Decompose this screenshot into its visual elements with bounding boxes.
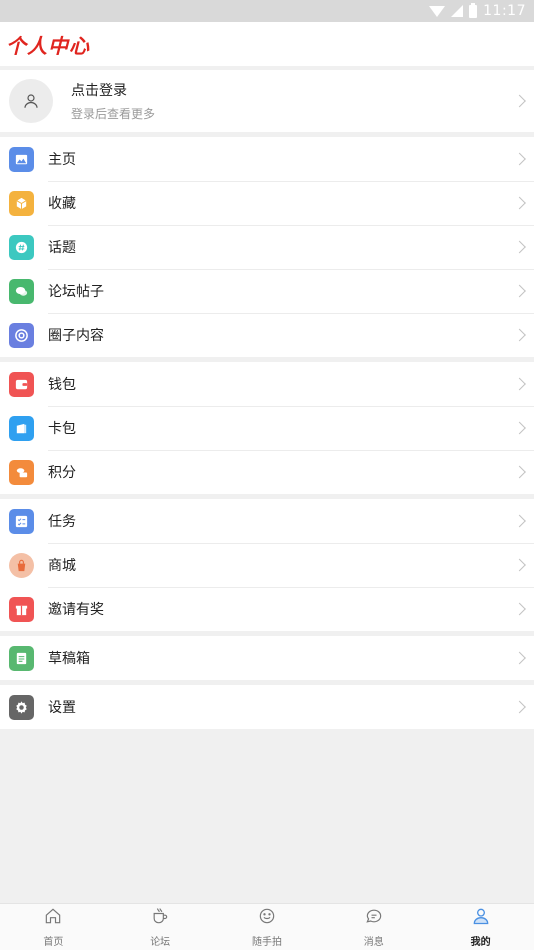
tab-item[interactable]: 论坛 xyxy=(107,904,214,950)
menu-item[interactable]: 积分 xyxy=(0,450,534,494)
menu-item-label: 积分 xyxy=(48,465,76,481)
menu-item-label: 论坛帖子 xyxy=(48,284,104,300)
chevron-right-icon xyxy=(513,152,526,166)
menu-group: 任务 商城 邀请有奖 xyxy=(0,499,534,631)
gear-icon xyxy=(9,694,34,720)
bottom-tab-bar: 首页 论坛 随手拍 消息 我的 xyxy=(0,903,534,950)
tab-label: 首页 xyxy=(43,937,64,948)
signal-icon xyxy=(451,5,464,17)
menu-item-label: 圈子内容 xyxy=(48,328,104,344)
camera-smile-icon xyxy=(257,906,277,930)
box-icon xyxy=(9,190,34,216)
menu-item-label: 钱包 xyxy=(48,377,76,393)
coins-icon xyxy=(9,459,34,485)
card-icon xyxy=(9,415,34,441)
tab-label: 论坛 xyxy=(150,937,171,948)
menu-item[interactable]: 卡包 xyxy=(0,406,534,450)
user-placeholder-icon xyxy=(24,94,38,108)
menu-item[interactable]: 主页 xyxy=(0,137,534,181)
menu-item-label: 邀请有奖 xyxy=(48,602,104,618)
menu-item-label: 任务 xyxy=(48,514,76,530)
menu-item[interactable]: 收藏 xyxy=(0,181,534,225)
chevron-right-icon xyxy=(513,196,526,210)
hashtag-icon xyxy=(9,234,34,260)
chevron-right-icon xyxy=(513,700,526,714)
shopping-bag-icon xyxy=(9,552,34,578)
menu-item[interactable]: 话题 xyxy=(0,225,534,269)
chevron-right-icon xyxy=(513,421,526,435)
wifi-icon xyxy=(429,5,446,17)
chevron-right-icon xyxy=(513,651,526,665)
chevron-right-icon xyxy=(513,377,526,391)
chevron-right-icon xyxy=(513,465,526,479)
chevron-right-icon xyxy=(513,328,526,342)
avatar xyxy=(9,79,53,123)
chevron-right-icon xyxy=(513,602,526,616)
login-row[interactable]: 点击登录 登录后查看更多 xyxy=(0,70,534,132)
battery-icon xyxy=(469,2,478,18)
menu-item-label: 收藏 xyxy=(48,196,76,212)
menu-item[interactable]: 草稿箱 xyxy=(0,636,534,680)
tab-item[interactable]: 首页 xyxy=(0,904,107,950)
coffee-cup-icon xyxy=(150,906,170,930)
menu-item-label: 话题 xyxy=(48,240,76,256)
tab-item[interactable]: 我的 xyxy=(427,904,534,950)
chevron-right-icon xyxy=(513,240,526,254)
login-title: 点击登录 xyxy=(71,83,127,99)
chevron-right-icon xyxy=(513,94,526,108)
menu-item[interactable]: 邀请有奖 xyxy=(0,587,534,631)
task-list-icon xyxy=(9,508,34,534)
menu-group: 钱包 卡包 积分 xyxy=(0,362,534,494)
page-header: 个人中心 xyxy=(0,22,534,66)
menu-item[interactable]: 商城 xyxy=(0,543,534,587)
gift-icon xyxy=(9,596,34,622)
menu-list: 主页收藏话题论坛帖子圈子内容钱包卡包积分任务商城邀请有奖草稿箱设置 xyxy=(0,137,534,729)
menu-group: 设置 xyxy=(0,685,534,729)
status-bar: 11:17 xyxy=(0,0,534,22)
page-title: 个人中心 xyxy=(6,33,90,58)
chevron-right-icon xyxy=(513,558,526,572)
menu-item[interactable]: 设置 xyxy=(0,685,534,729)
draft-icon xyxy=(9,645,34,671)
menu-group: 主页收藏话题论坛帖子圈子内容 xyxy=(0,137,534,357)
user-icon xyxy=(471,906,491,930)
home-image-icon xyxy=(9,146,34,172)
menu-item-label: 卡包 xyxy=(48,421,76,437)
menu-item[interactable]: 任务 xyxy=(0,499,534,543)
tab-label: 消息 xyxy=(363,937,384,948)
chevron-right-icon xyxy=(513,514,526,528)
chevron-right-icon xyxy=(513,284,526,298)
menu-item[interactable]: 钱包 xyxy=(0,362,534,406)
menu-group: 草稿箱 xyxy=(0,636,534,680)
tab-item[interactable]: 消息 xyxy=(320,904,427,950)
status-time: 11:17 xyxy=(483,3,526,19)
menu-item-label: 主页 xyxy=(48,152,76,168)
wallet-icon xyxy=(9,371,34,397)
message-icon xyxy=(364,906,384,930)
tab-label: 我的 xyxy=(470,937,491,948)
menu-item-label: 商城 xyxy=(48,558,76,574)
tab-item[interactable]: 随手拍 xyxy=(214,904,321,950)
menu-item[interactable]: 圈子内容 xyxy=(0,313,534,357)
tab-label: 随手拍 xyxy=(251,937,282,948)
menu-item[interactable]: 论坛帖子 xyxy=(0,269,534,313)
menu-item-label: 设置 xyxy=(48,700,76,716)
circle-swirl-icon xyxy=(9,322,34,348)
home-icon xyxy=(43,906,63,930)
chat-bubbles-icon xyxy=(9,278,34,304)
login-subtitle: 登录后查看更多 xyxy=(71,107,156,121)
menu-item-label: 草稿箱 xyxy=(48,651,90,667)
